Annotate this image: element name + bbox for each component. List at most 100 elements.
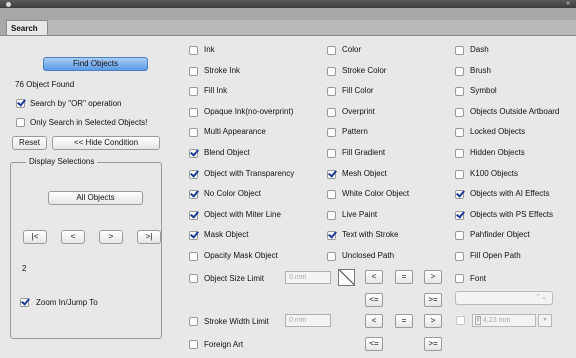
stroke-limit-input[interactable]: 0 mm xyxy=(285,314,331,327)
col3-checkbox[interactable] xyxy=(455,128,464,138)
col1-checkbox-label: Opaque Ink(no-overprint) xyxy=(204,106,294,116)
size-ge-button[interactable]: >= xyxy=(424,293,442,307)
stroke-gt-button[interactable]: > xyxy=(424,314,442,328)
col1-checkbox-label: Blend Object xyxy=(204,148,250,157)
col2-checkbox[interactable] xyxy=(327,169,336,179)
tab-strip xyxy=(48,20,576,35)
col1-checkbox-label: Fill Ink xyxy=(204,86,228,96)
col2-checkbox-label: Unclosed Path xyxy=(342,251,395,260)
no-color-swatch-icon[interactable] xyxy=(338,269,355,286)
col1-checkbox[interactable] xyxy=(189,107,198,117)
col1-checkbox[interactable] xyxy=(189,190,198,200)
search-or-checkbox[interactable] xyxy=(16,99,25,108)
col2-checkbox-label: Fill Color xyxy=(342,86,374,96)
hide-condition-button[interactable]: << Hide Condition xyxy=(52,136,160,150)
font-dropdown[interactable]: ⌃⌄ xyxy=(455,291,553,305)
col3-checkbox-label: Fill Open Path xyxy=(470,251,521,260)
nav-prev-button[interactable]: < xyxy=(61,230,85,244)
col2-checkbox-label: Overprint xyxy=(342,106,375,116)
tab-search[interactable]: Search xyxy=(6,20,48,35)
col1-checkbox[interactable] xyxy=(189,231,198,241)
stroke-limit-label: Stroke Width Limit xyxy=(204,317,269,326)
result-count: 76 Object Found xyxy=(15,80,75,89)
col2-checkbox[interactable] xyxy=(327,87,336,97)
col3-checkbox-label: K100 Objects xyxy=(470,168,519,178)
stroke-limit-checkbox[interactable] xyxy=(189,317,198,326)
find-objects-button[interactable]: Find Objects xyxy=(43,57,148,71)
close-dot-icon[interactable] xyxy=(6,2,11,7)
col3-checkbox[interactable] xyxy=(455,149,464,158)
col1-checkbox[interactable] xyxy=(189,128,198,138)
col2-checkbox[interactable] xyxy=(327,252,336,261)
reset-button[interactable]: Reset xyxy=(12,136,47,150)
col1-checkbox-label: Stroke Ink xyxy=(204,65,241,75)
col1-checkbox-label: Multi Appearance xyxy=(204,127,266,137)
col2-checkbox-label: Fill Gradient xyxy=(342,148,386,157)
col3-checkbox[interactable] xyxy=(455,87,464,97)
search-or-label: Search by "OR" operation xyxy=(30,99,122,108)
all-objects-button[interactable]: All Objects xyxy=(48,191,143,205)
col1-checkbox[interactable] xyxy=(189,169,198,179)
col2-checkbox[interactable] xyxy=(327,210,336,220)
col2-checkbox[interactable] xyxy=(327,107,336,117)
font-size-stepper-icon[interactable]: ▴ ▾ xyxy=(475,316,481,325)
col3-checkbox[interactable] xyxy=(455,190,464,200)
stroke-le-button[interactable]: <= xyxy=(365,337,383,351)
collapse-icon[interactable]: « xyxy=(566,0,570,8)
col3-checkbox[interactable] xyxy=(455,210,464,220)
col2-checkbox[interactable] xyxy=(327,190,336,200)
col2-checkbox[interactable] xyxy=(327,46,336,55)
col1-checkbox-label: Object with Transparency xyxy=(204,168,295,178)
stroke-lt-button[interactable]: < xyxy=(365,314,383,328)
size-limit-checkbox[interactable] xyxy=(189,274,198,283)
col2-checkbox-label: Stroke Color xyxy=(342,65,387,75)
font-size-dropdown-icon[interactable]: ▾ xyxy=(538,314,552,327)
title-bar: « xyxy=(0,0,576,8)
nav-first-button[interactable]: |< xyxy=(23,230,47,244)
col2-checkbox[interactable] xyxy=(327,231,336,241)
size-gt-button[interactable]: > xyxy=(424,270,442,284)
col1-checkbox[interactable] xyxy=(189,66,198,76)
display-selections-title: Display Selections xyxy=(26,157,98,166)
zoom-checkbox[interactable] xyxy=(20,298,29,307)
col3-checkbox[interactable] xyxy=(455,169,464,179)
foreign-art-checkbox[interactable] xyxy=(189,340,198,349)
col2-checkbox-label: Text with Stroke xyxy=(342,230,399,240)
col3-checkbox[interactable] xyxy=(455,46,464,55)
col1-checkbox[interactable] xyxy=(189,46,198,55)
col1-checkbox[interactable] xyxy=(189,210,198,220)
nav-next-button[interactable]: > xyxy=(99,230,123,244)
only-selected-checkbox[interactable] xyxy=(16,118,25,127)
col3-checkbox[interactable] xyxy=(455,231,464,241)
size-limit-input[interactable]: 0 mm xyxy=(285,271,331,284)
size-le-button[interactable]: <= xyxy=(365,293,383,307)
col1-checkbox[interactable] xyxy=(189,87,198,97)
size-limit-label: Object Size Limit xyxy=(204,274,265,283)
font-size-input[interactable]: 4,23 mm xyxy=(472,314,536,327)
col2-checkbox[interactable] xyxy=(327,149,336,158)
col1-checkbox-label: Ink xyxy=(204,45,215,54)
stroke-ge-button[interactable]: >= xyxy=(424,337,442,351)
col2-checkbox-label: Live Paint xyxy=(342,209,378,219)
col3-checkbox[interactable] xyxy=(455,252,464,261)
col1-checkbox-label: Opacity Mask Object xyxy=(204,251,278,260)
nav-last-button[interactable]: >| xyxy=(137,230,161,244)
col2-checkbox[interactable] xyxy=(327,128,336,138)
size-eq-button[interactable]: = xyxy=(395,270,413,284)
font-checkbox[interactable] xyxy=(455,274,464,283)
font-size-checkbox[interactable] xyxy=(456,316,465,325)
col1-checkbox[interactable] xyxy=(189,252,198,261)
selection-counter: 2 xyxy=(22,264,27,273)
col2-checkbox-label: Pattern xyxy=(342,127,368,137)
col2-checkbox-label: Mesh Object xyxy=(342,168,387,178)
col3-checkbox[interactable] xyxy=(455,66,464,76)
col3-checkbox-label: Hidden Objects xyxy=(470,148,525,157)
col3-checkbox[interactable] xyxy=(455,107,464,117)
col1-checkbox-label: Object with Miter Line xyxy=(204,209,281,219)
col1-checkbox-label: Mask Object xyxy=(204,230,249,240)
col1-checkbox[interactable] xyxy=(189,149,198,158)
zoom-label: Zoom In/Jump To xyxy=(36,298,98,307)
col2-checkbox[interactable] xyxy=(327,66,336,76)
size-lt-button[interactable]: < xyxy=(365,270,383,284)
stroke-eq-button[interactable]: = xyxy=(395,314,413,328)
